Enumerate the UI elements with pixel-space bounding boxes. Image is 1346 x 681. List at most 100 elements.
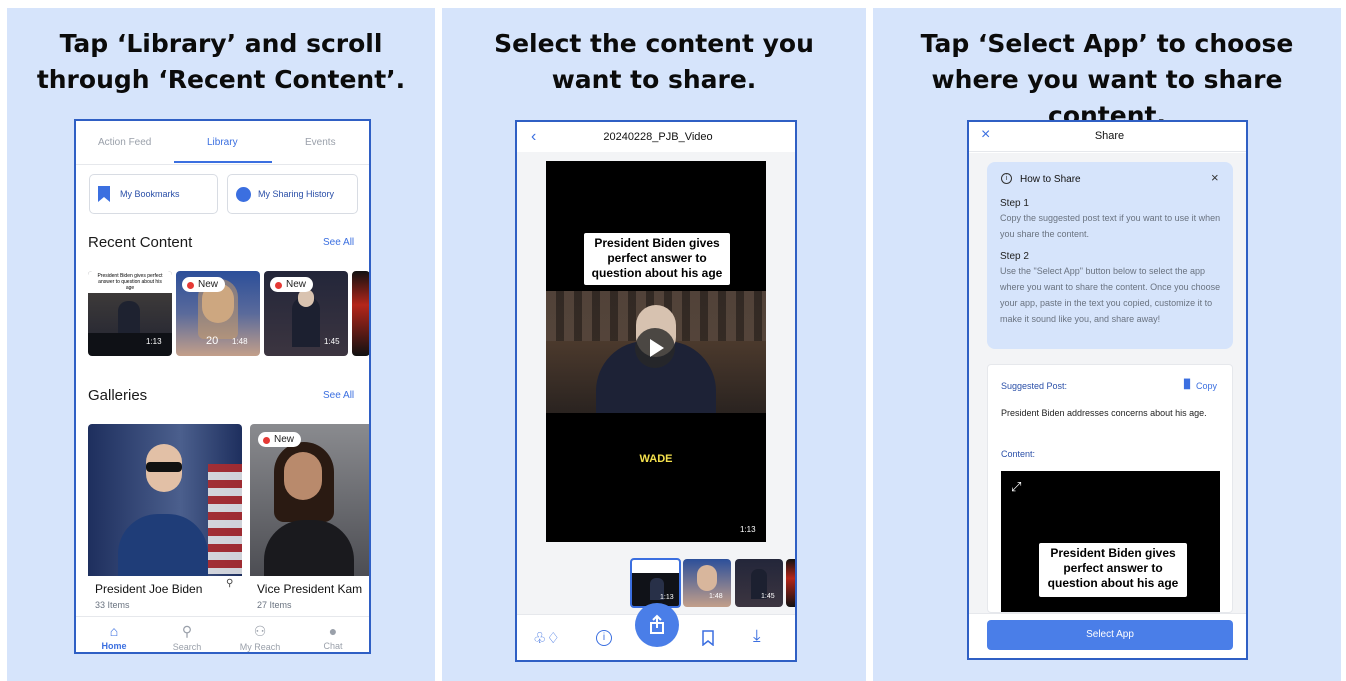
share-header: × Share bbox=[969, 122, 1246, 152]
preview-caption-box: President Biden gives perfect answer to … bbox=[1039, 543, 1187, 597]
home-icon: ⌂ bbox=[109, 623, 119, 639]
phone-video: ‹ 20240228_PJB_Video President Biden giv… bbox=[515, 120, 797, 662]
galleries-title: Galleries bbox=[88, 387, 148, 404]
suggested-post-card: Suggested Post: ▉ Copy President Biden a… bbox=[987, 364, 1233, 613]
preview-caption: President Biden gives perfect answer to … bbox=[1047, 546, 1179, 590]
my-bookmarks-button[interactable]: My Bookmarks bbox=[89, 174, 218, 214]
tab-library-underline bbox=[174, 161, 272, 163]
bottom-nav: ⌂ Home ⚲ Search ⚇ My Reach ● Chat bbox=[76, 616, 369, 652]
strip-duration: 1:48 bbox=[709, 593, 723, 600]
expand-icon[interactable]: ⤢ bbox=[1011, 479, 1021, 495]
video-title: 20240228_PJB_Video bbox=[603, 131, 713, 143]
download-icon[interactable]: ⤓ bbox=[753, 626, 761, 646]
step2-title: Step 2 bbox=[1000, 251, 1029, 262]
recent-thumb-1[interactable]: President Biden gives perfect answer to … bbox=[88, 271, 172, 356]
gallery-count: 33 Items bbox=[95, 600, 130, 610]
gallery-person-face bbox=[284, 452, 322, 500]
copy-button[interactable]: ▉ Copy bbox=[1184, 379, 1224, 393]
panel-library: Tap ‘Library’ and scroll through ‘Recent… bbox=[7, 8, 435, 681]
new-badge: New bbox=[258, 432, 302, 447]
sunglasses bbox=[146, 462, 182, 472]
new-badge: New bbox=[270, 277, 314, 292]
phone-library: Action Feed Library Events My Bookmarks … bbox=[74, 119, 371, 654]
new-badge: New bbox=[182, 277, 226, 292]
chat-icon: ● bbox=[328, 623, 338, 639]
strip-duration: 1:45 bbox=[761, 593, 775, 600]
my-sharing-history-button[interactable]: My Sharing History bbox=[227, 174, 358, 214]
play-button[interactable] bbox=[635, 328, 675, 368]
strip-duration: 1:13 bbox=[660, 594, 674, 601]
bookmark-icon bbox=[98, 186, 110, 202]
galleries-see-all-link[interactable]: See All bbox=[323, 390, 354, 401]
tab-events[interactable]: Events bbox=[305, 137, 336, 148]
recent-content-title: Recent Content bbox=[88, 234, 193, 251]
recent-see-all-link[interactable]: See All bbox=[323, 237, 354, 248]
how-to-share-card: i How to Share × Step 1 Copy the suggest… bbox=[987, 162, 1233, 349]
suggested-post-text: President Biden addresses concerns about… bbox=[1001, 408, 1207, 418]
gallery-title: President Joe Biden bbox=[95, 582, 203, 596]
strip-thumb-2[interactable]: 1:48 bbox=[683, 559, 731, 607]
share-icon bbox=[650, 614, 664, 634]
recent-thumb-3[interactable]: New 1:45 bbox=[264, 271, 348, 356]
thumb-duration: 1:13 bbox=[146, 337, 162, 346]
panel-share: Tap ‘Select App’ to choose where you wan… bbox=[873, 8, 1341, 681]
search-icon: ⚲ bbox=[181, 623, 193, 639]
play-icon bbox=[650, 339, 664, 357]
recent-thumb-4[interactable] bbox=[352, 271, 369, 356]
copy-label: Copy bbox=[1196, 381, 1218, 391]
strip-thumb-3[interactable]: 1:45 bbox=[735, 559, 783, 607]
video-header: ‹ 20240228_PJB_Video bbox=[517, 122, 795, 152]
share-title: Share bbox=[1094, 130, 1125, 142]
strip-thumb-1[interactable]: 1:13 bbox=[630, 558, 681, 608]
video-player[interactable]: President Biden gives perfect answer to … bbox=[546, 161, 766, 542]
video-caption-box: President Biden gives perfect answer to … bbox=[584, 233, 730, 285]
how-to-share-title: How to Share bbox=[1020, 174, 1081, 185]
info-icon[interactable]: i bbox=[596, 630, 612, 646]
tab-library[interactable]: Library bbox=[207, 137, 238, 148]
bookmark-icon[interactable] bbox=[702, 630, 714, 646]
video-lower-text: WADE bbox=[639, 453, 673, 465]
step1-body: Copy the suggested post text if you want… bbox=[1000, 213, 1221, 239]
my-bookmarks-label: My Bookmarks bbox=[120, 189, 180, 199]
step2-body: Use the "Select App" button below to sel… bbox=[1000, 266, 1221, 324]
strip-thumb-4[interactable] bbox=[786, 559, 795, 607]
thumb-figure bbox=[118, 301, 140, 333]
nav-search-label: Search bbox=[172, 642, 202, 652]
nav-home[interactable]: ⌂ Home bbox=[79, 617, 149, 651]
panel-heading: Tap ‘Select App’ to choose where you wan… bbox=[920, 29, 1294, 130]
panel-heading: Select the content you want to share. bbox=[494, 29, 814, 94]
recent-thumb-2[interactable]: New 20 1:48 bbox=[176, 271, 260, 356]
flag-stripes bbox=[208, 464, 242, 574]
thumbs-up-down-icon[interactable]: ♧♢ bbox=[533, 629, 560, 647]
thumb-duration: 1:48 bbox=[232, 337, 248, 346]
gallery-info-1: President Joe Biden ⚲ 33 Items bbox=[88, 576, 242, 616]
nav-chat[interactable]: ● Chat bbox=[298, 617, 368, 651]
nav-home-label: Home bbox=[101, 641, 127, 651]
nav-search[interactable]: ⚲ Search bbox=[152, 617, 222, 652]
share-footer: Select App bbox=[969, 613, 1246, 658]
select-app-button[interactable]: Select App bbox=[987, 620, 1233, 650]
pin-icon[interactable]: ⚲ bbox=[226, 578, 233, 589]
sharing-history-icon bbox=[236, 187, 251, 202]
thumb-lower: 20 bbox=[206, 335, 219, 347]
strip-caption-bg bbox=[632, 560, 679, 573]
people-icon: ⚇ bbox=[253, 623, 267, 639]
content-preview[interactable]: ⤢ President Biden gives perfect answer t… bbox=[1001, 471, 1220, 612]
phone-share: × Share i How to Share × Step 1 Copy the… bbox=[967, 120, 1248, 660]
strip-person bbox=[697, 565, 717, 591]
nav-my-reach-label: My Reach bbox=[239, 642, 281, 652]
content-label: Content: bbox=[1001, 449, 1036, 459]
thumb-caption: President Biden gives perfect answer to … bbox=[97, 273, 163, 291]
dismiss-icon[interactable]: × bbox=[1211, 170, 1219, 185]
gallery-title: Vice President Kam bbox=[257, 582, 363, 596]
share-button[interactable] bbox=[635, 603, 679, 647]
gallery-info-2: Vice President Kam 27 Items bbox=[250, 576, 369, 616]
tab-bar: Action Feed Library Events bbox=[76, 121, 369, 165]
step1-title: Step 1 bbox=[1000, 198, 1029, 209]
nav-chat-label: Chat bbox=[323, 641, 343, 651]
video-toolbar: ♧♢ i ⤓ bbox=[517, 603, 795, 660]
gallery-count: 27 Items bbox=[257, 600, 292, 610]
nav-my-reach[interactable]: ⚇ My Reach bbox=[225, 617, 295, 652]
video-duration: 1:13 bbox=[740, 525, 756, 534]
tab-action-feed[interactable]: Action Feed bbox=[98, 137, 151, 148]
